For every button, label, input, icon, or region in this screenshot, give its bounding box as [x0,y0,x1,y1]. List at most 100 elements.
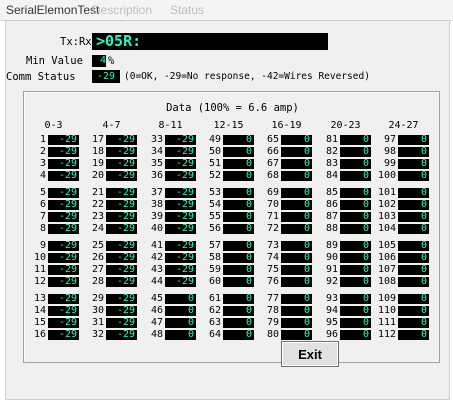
channel-number: 28 [91,276,104,287]
channel-number: 79 [266,317,279,328]
channel-value: 0 [223,171,254,181]
channel-value: -29 [106,171,137,181]
channel-number: 11 [33,264,46,275]
channel-value: -29 [48,294,79,304]
channel-value: 0 [398,212,429,222]
channel-number: 73 [266,240,279,251]
ghost-menu-description: Description [92,3,153,17]
channel-number: 7 [39,211,46,222]
channel-value: 0 [223,253,254,263]
channel-number: 65 [266,134,279,145]
channel-value: -29 [48,147,79,157]
channel-number: 82 [325,146,338,157]
group-header: 16-19 [271,120,302,131]
channel-number: 23 [91,211,104,222]
channel-number: 103 [377,211,396,222]
comm-status-display: -29 [92,70,120,83]
channel-value: -29 [165,147,196,157]
channel-number: 18 [91,146,104,157]
channel-value: -29 [106,159,137,169]
channel-value: 0 [165,318,196,328]
group-header: 0-3 [44,120,63,131]
channel-number: 27 [91,264,104,275]
channel-value: -29 [48,188,79,198]
channel-number: 110 [377,305,396,316]
txrx-display: >05R: [92,33,328,50]
channel-number: 38 [150,199,163,210]
channel-number: 86 [325,199,338,210]
channel-value: -29 [165,265,196,275]
channel-value: -29 [106,135,137,145]
channel-value: 0 [340,306,371,316]
group-header: 12-15 [213,120,244,131]
channel-value: 0 [223,212,254,222]
channel-value: 0 [340,294,371,304]
channel-value: -29 [106,318,137,328]
channel-value: 0 [223,330,254,340]
channel-value: 0 [223,294,254,304]
channel-number: 35 [150,158,163,169]
channel-number: 95 [325,317,338,328]
channel-value: -29 [48,253,79,263]
channel-number: 72 [266,223,279,234]
channel-number: 55 [208,211,221,222]
channel-value: -29 [165,253,196,263]
channel-number: 22 [91,199,104,210]
channel-value: -29 [48,159,79,169]
channel-value: 0 [398,306,429,316]
comm-status-label: Comm Status [6,71,76,83]
channel-number: 64 [208,329,221,340]
channel-value: -29 [106,265,137,275]
channel-number: 29 [91,293,104,304]
channel-number: 106 [377,252,396,263]
group-header: 20-23 [330,120,361,131]
channel-number: 16 [33,329,46,340]
channel-number: 49 [208,134,221,145]
channel-number: 63 [208,317,221,328]
channel-number: 31 [91,317,104,328]
channel-value: 0 [398,159,429,169]
channel-number: 4 [39,170,46,181]
channel-number: 69 [266,187,279,198]
channel-value: -29 [48,306,79,316]
channel-value: -29 [48,241,79,251]
channel-value: -29 [106,241,137,251]
channel-number: 100 [377,170,396,181]
channel-number: 42 [150,252,163,263]
exit-button[interactable]: Exit [281,341,339,367]
min-value-display: 4 [92,55,106,67]
channel-number: 62 [208,305,221,316]
channel-value: -29 [106,330,137,340]
channel-value: -29 [48,265,79,275]
channel-value: 0 [340,159,371,169]
channel-number: 84 [325,170,338,181]
channel-value: 0 [340,147,371,157]
channel-number: 80 [266,329,279,340]
channel-value: 0 [340,200,371,210]
channel-number: 88 [325,223,338,234]
channel-number: 54 [208,199,221,210]
channel-number: 45 [150,293,163,304]
channel-number: 15 [33,317,46,328]
channel-value: -29 [165,200,196,210]
channel-number: 81 [325,134,338,145]
channel-value: 0 [340,318,371,328]
channel-value: 0 [223,265,254,275]
channel-value: 0 [398,135,429,145]
channel-value: 0 [340,253,371,263]
channel-value: 0 [340,330,371,340]
channel-value: -29 [48,171,79,181]
channel-number: 68 [266,170,279,181]
channel-value: 0 [398,277,429,287]
channel-number: 10 [33,252,46,263]
channel-value: 0 [165,294,196,304]
channel-number: 36 [150,170,163,181]
channel-number: 9 [39,240,46,251]
channel-value: -29 [48,330,79,340]
channel-number: 74 [266,252,279,263]
min-value-label: Min Value [26,55,83,67]
channel-number: 91 [325,264,338,275]
channel-number: 2 [39,146,46,157]
channel-value: -29 [165,212,196,222]
channel-value: -29 [106,212,137,222]
